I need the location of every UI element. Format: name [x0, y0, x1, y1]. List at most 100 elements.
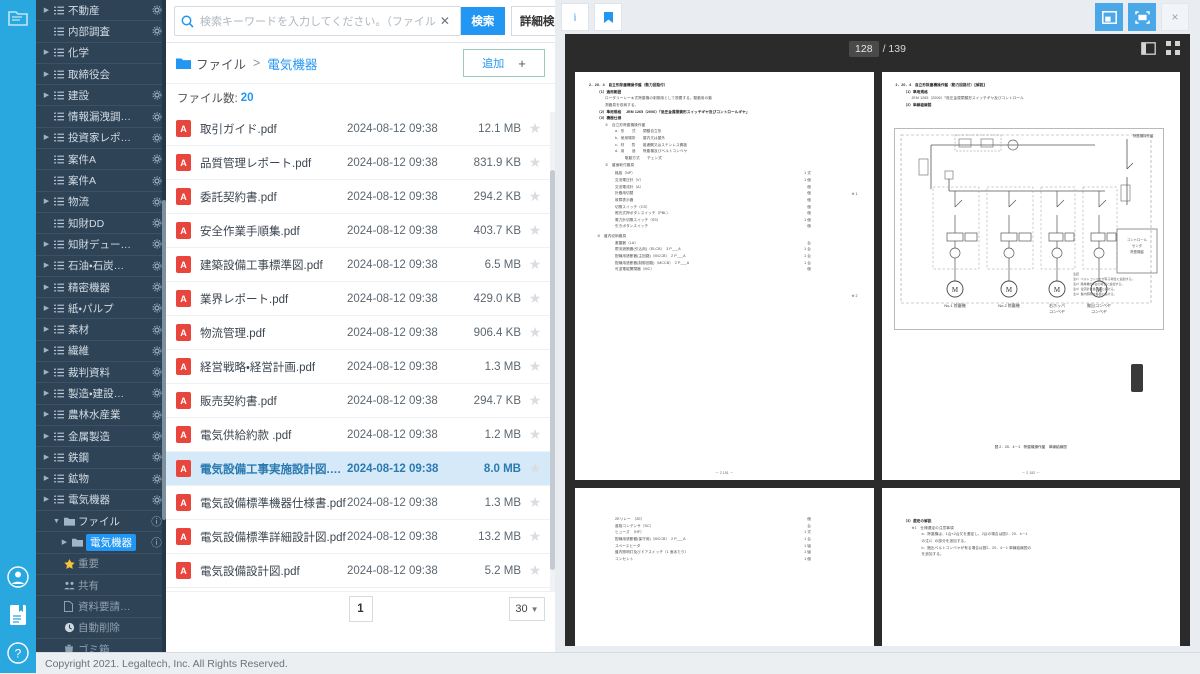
- sidebar-item-13[interactable]: ▶ 石油・石炭…: [36, 256, 166, 277]
- file-name[interactable]: 物流管理.pdf: [200, 325, 347, 341]
- favorite-star-icon[interactable]: ★: [521, 358, 549, 375]
- gear-icon[interactable]: [151, 325, 162, 335]
- chevron-right-icon[interactable]: ▶: [42, 241, 51, 248]
- table-row[interactable]: A 物流管理.pdf 2024-08-12 09:38 906.4 KB ★: [166, 316, 555, 350]
- close-icon[interactable]: ×: [1161, 3, 1189, 31]
- table-row[interactable]: A 業界レポート.pdf 2024-08-12 09:38 429.0 KB ★: [166, 282, 555, 316]
- gear-icon[interactable]: [151, 431, 162, 441]
- sidebar-item-2[interactable]: 内部調査: [36, 21, 166, 43]
- chevron-right-icon[interactable]: ▶: [42, 49, 51, 56]
- sidebar-item-14[interactable]: ▶ 精密機器: [36, 277, 166, 299]
- page-number-button[interactable]: 1: [348, 596, 373, 622]
- sidebar-item-23[interactable]: ▶ 鉱物: [36, 469, 166, 490]
- favorite-star-icon[interactable]: ★: [521, 188, 549, 205]
- chevron-right-icon[interactable]: ▶: [42, 134, 51, 141]
- table-row[interactable]: A 品質管理レポート.pdf 2024-08-12 09:38 831.9 KB ★: [166, 146, 555, 180]
- chevron-right-icon[interactable]: ▶: [42, 369, 51, 376]
- file-name[interactable]: 委託契約書.pdf: [200, 189, 347, 205]
- sidebar-item-6[interactable]: 情報漏洩調…: [36, 106, 166, 128]
- fullscreen-icon[interactable]: [1128, 3, 1156, 31]
- table-row[interactable]: A 電気供給約款 .pdf 2024-08-12 09:38 1.2 MB ★: [166, 418, 555, 452]
- pdf-pages-container[interactable]: 2．20．4 自立形除塵機操作盤（動力回路付） （1）適用範囲 ロータリーレーキ式…: [565, 64, 1190, 646]
- gear-icon[interactable]: [151, 197, 162, 207]
- gear-icon[interactable]: [151, 367, 162, 377]
- favorite-star-icon[interactable]: ★: [521, 222, 549, 239]
- table-row[interactable]: A 委託契約書.pdf 2024-08-12 09:38 294.2 KB ★: [166, 180, 555, 214]
- search-button[interactable]: 検索: [460, 7, 505, 35]
- search-input[interactable]: 検索キーワードを入力してください。（ファイル ✕: [174, 6, 461, 36]
- chevron-right-icon[interactable]: ▶: [42, 305, 51, 312]
- gear-icon[interactable]: [151, 261, 162, 271]
- table-row[interactable]: A 建築設備工事標準図.pdf 2024-08-12 09:38 6.5 MB ★: [166, 248, 555, 282]
- chevron-right-icon[interactable]: ▶: [42, 433, 51, 440]
- gear-icon[interactable]: [151, 218, 162, 228]
- chevron-right-icon[interactable]: ▶: [42, 475, 51, 482]
- sidebar-item-21[interactable]: ▶ 金属製造: [36, 426, 166, 448]
- file-name[interactable]: 経営戦略・経営計画.pdf: [200, 359, 347, 375]
- chevron-right-icon[interactable]: ▶: [42, 92, 51, 99]
- chevron-down-icon[interactable]: ▼: [52, 518, 61, 525]
- favorite-star-icon[interactable]: ★: [521, 290, 549, 307]
- info-icon[interactable]: ⓘ: [151, 535, 162, 550]
- sidebar-item-9[interactable]: 案件A: [36, 170, 166, 192]
- sidebar-item-12[interactable]: ▶ 知財デュー…: [36, 234, 166, 256]
- table-row[interactable]: A 電気設備標準機器仕様書.pdf 2024-08-12 09:38 1.3 MB ★: [166, 486, 555, 520]
- sidebar-item-4[interactable]: ▶ 取締役会: [36, 64, 166, 86]
- sidebar-item-3[interactable]: ▶ 化学: [36, 43, 166, 64]
- pdf-page-bottom-left[interactable]: 2Eリレー （2E） 個進相コンデンサ（SC） 台ヒューズ （HF） 1 式配線用遮断…: [575, 488, 874, 646]
- sidebar-item-10[interactable]: ▶ 物流: [36, 192, 166, 213]
- favorite-star-icon[interactable]: ★: [521, 494, 549, 511]
- file-name[interactable]: 電気設備設計図.pdf: [200, 563, 347, 579]
- per-page-select[interactable]: 30 ▼: [509, 597, 545, 621]
- sidebar-subitem-2[interactable]: ▶ 電気機器 ⓘ: [36, 532, 166, 554]
- gear-icon[interactable]: [151, 175, 162, 186]
- table-row[interactable]: A 電気設備工事実施設計図.pdf 2024-08-12 09:38 8.0 MB ★: [166, 452, 555, 486]
- file-name[interactable]: 安全作業手順集.pdf: [200, 223, 347, 239]
- gear-icon[interactable]: [151, 346, 162, 356]
- chevron-right-icon[interactable]: ▶: [42, 347, 51, 354]
- favorite-star-icon[interactable]: ★: [521, 528, 549, 545]
- chevron-right-icon[interactable]: ▶: [42, 7, 51, 14]
- folder-logo-icon[interactable]: [6, 6, 30, 30]
- sidebar-item-8[interactable]: 案件A: [36, 149, 166, 171]
- chevron-right-icon[interactable]: ▶: [42, 390, 51, 397]
- pdf-page-current[interactable]: 128: [849, 41, 879, 57]
- sidebar-item-7[interactable]: ▶ 投資家レポ…: [36, 128, 166, 150]
- gear-icon[interactable]: [151, 282, 162, 292]
- gear-icon[interactable]: [151, 112, 162, 122]
- favorite-star-icon[interactable]: ★: [521, 460, 549, 477]
- clear-search-icon[interactable]: ✕: [436, 14, 454, 28]
- gear-icon[interactable]: [151, 239, 162, 249]
- breadcrumb-current[interactable]: 電気機器: [267, 54, 317, 73]
- pdf-drag-handle[interactable]: [1131, 364, 1143, 392]
- chevron-right-icon[interactable]: ▶: [42, 496, 51, 503]
- chevron-right-icon[interactable]: ▶: [42, 284, 51, 291]
- sidebar-item-17[interactable]: ▶ 繊維: [36, 341, 166, 363]
- file-name[interactable]: 取引ガイド.pdf: [200, 121, 347, 137]
- sidebar-item-5[interactable]: ▶ 建設: [36, 85, 166, 107]
- table-row[interactable]: A 安全作業手順集.pdf 2024-08-12 09:38 403.7 KB ★: [166, 214, 555, 248]
- sidebar-item-22[interactable]: ▶ 鉄鋼: [36, 447, 166, 469]
- advanced-search-button[interactable]: 詳細検索: [510, 6, 555, 36]
- account-icon[interactable]: [6, 565, 30, 589]
- gear-icon[interactable]: [151, 26, 162, 36]
- sidebar-subitem-3[interactable]: 重要: [36, 554, 166, 576]
- folder-tree-sidebar[interactable]: ▶ 不動産 内部調査 ▶ 化学 ▶ 取締役会 ▶ 建設 情報漏洩調… ▶ 投資家レポ… 案件A 案件A ▶ 物…: [36, 0, 166, 652]
- file-name[interactable]: 販売契約書.pdf: [200, 393, 347, 409]
- chevron-right-icon[interactable]: ▶: [42, 71, 51, 78]
- favorite-star-icon[interactable]: ★: [521, 120, 549, 137]
- sidebar-item-16[interactable]: ▶ 素材: [36, 319, 166, 341]
- gear-icon[interactable]: [151, 5, 162, 15]
- file-name[interactable]: 品質管理レポート.pdf: [200, 155, 347, 171]
- gear-icon[interactable]: [151, 90, 162, 100]
- sidebar-item-18[interactable]: ▶ 裁判資料: [36, 362, 166, 384]
- chevron-right-icon[interactable]: ▶: [42, 198, 51, 205]
- sidebar-item-1[interactable]: ▶ 不動産: [36, 0, 166, 22]
- chevron-right-icon[interactable]: ▶: [42, 326, 51, 333]
- gear-icon[interactable]: [151, 154, 162, 164]
- gear-icon[interactable]: [151, 474, 162, 484]
- chevron-right-icon[interactable]: ▶: [42, 454, 51, 461]
- bookmark-icon[interactable]: [594, 3, 622, 31]
- gear-icon[interactable]: [151, 388, 162, 399]
- sidebar-subitem-5[interactable]: 資料要請…: [36, 596, 166, 618]
